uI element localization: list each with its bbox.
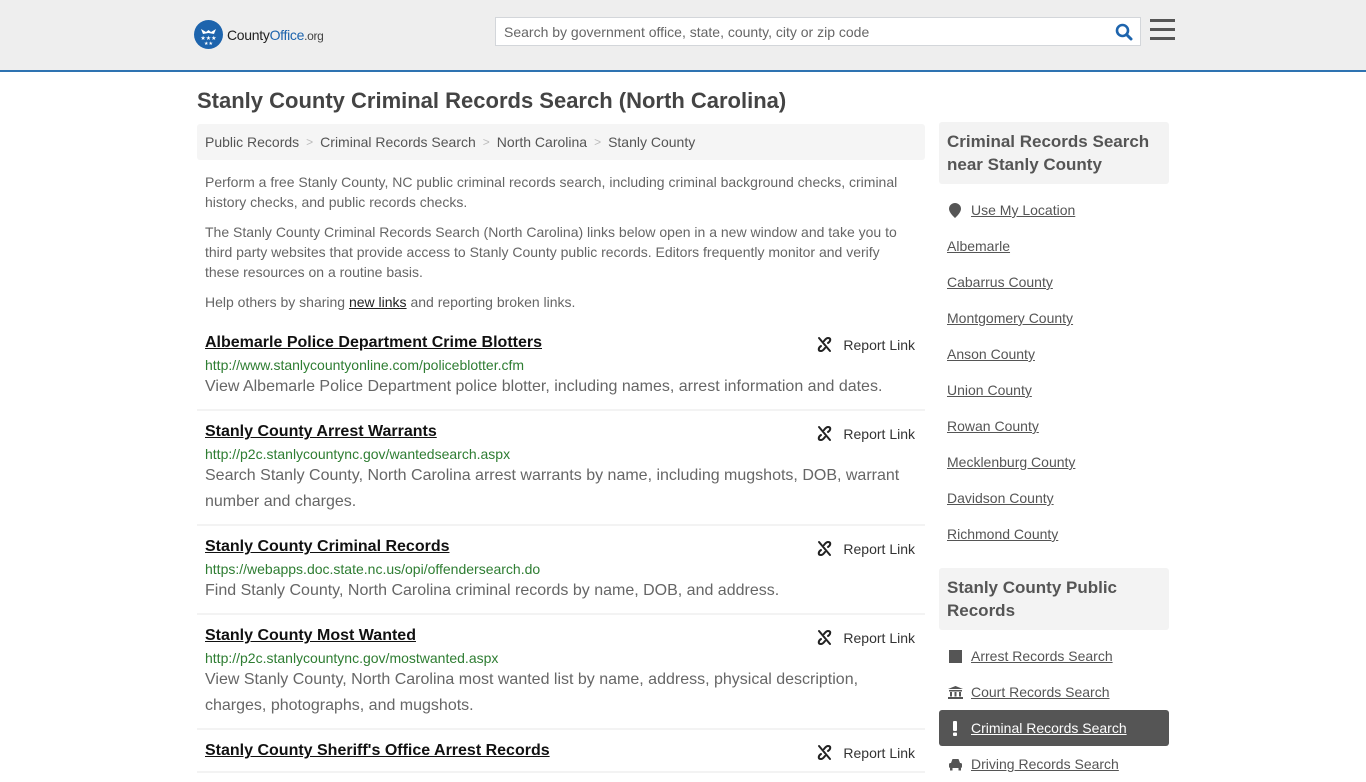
report-link-button[interactable]: Report Link [816, 336, 915, 353]
use-my-location-link[interactable]: Use My Location [971, 202, 1075, 218]
eagle-stars-logo-icon: ★★★ ★★ [194, 20, 223, 49]
breadcrumb-current: Stanly County [608, 134, 696, 150]
breadcrumb-north-carolina[interactable]: North Carolina [497, 134, 587, 150]
square-icon [947, 648, 963, 664]
courthouse-icon [947, 684, 963, 700]
court-records-search-link[interactable]: Court Records Search [971, 684, 1110, 700]
nearby-item[interactable]: Mecklenburg County [939, 444, 1169, 480]
search-input[interactable] [496, 18, 1108, 45]
page-title: Stanly County Criminal Records Search (N… [197, 88, 787, 113]
listing-item: Albemarle Police Department Crime Blotte… [197, 322, 925, 411]
listing-url: http://p2c.stanlycountync.gov/wantedsear… [205, 446, 511, 462]
nearby-link-cabarrus-county[interactable]: Cabarrus County [947, 274, 1053, 290]
nearby-item[interactable]: Union County [939, 372, 1169, 408]
search-icon [1115, 23, 1133, 40]
breadcrumb-separator: > [594, 135, 602, 149]
car-icon [947, 756, 963, 772]
nearby-item[interactable]: Richmond County [939, 516, 1169, 552]
public-records-item-active[interactable]: Criminal Records Search [939, 710, 1169, 746]
listing-title-link[interactable]: Stanly County Arrest Warrants [205, 421, 437, 443]
public-records-item[interactable]: Court Records Search [939, 674, 1169, 710]
listing-description: View Stanly County, North Carolina most … [205, 671, 859, 714]
public-records-list: Arrest Records Search Court Records Sear… [939, 630, 1169, 782]
menu-icon-bar [1150, 37, 1175, 40]
search-bar [495, 17, 1141, 46]
listing-title-link[interactable]: Stanly County Most Wanted [205, 625, 416, 647]
listing-item: Stanly County Most Wanted http://p2c.sta… [197, 615, 925, 730]
broken-link-icon [818, 425, 832, 442]
public-records-heading: Stanly County Public Records [939, 568, 1169, 630]
broken-link-icon [818, 629, 832, 646]
breadcrumb-separator: > [306, 135, 314, 149]
nearby-link-albemarle[interactable]: Albemarle [947, 238, 1010, 254]
nearby-link-union-county[interactable]: Union County [947, 382, 1032, 398]
nearby-link-davidson-county[interactable]: Davidson County [947, 490, 1054, 506]
svg-text:★★: ★★ [204, 41, 213, 47]
broken-link-icon [818, 540, 832, 557]
report-link-button[interactable]: Report Link [816, 629, 915, 646]
nearby-list: Use My Location Albemarle Cabarrus Count… [939, 184, 1169, 568]
main-content: Public Records > Criminal Records Search… [197, 124, 925, 773]
new-links-link[interactable]: new links [349, 294, 407, 310]
listing-item: Stanly County Sheriff's Office Arrest Re… [197, 730, 925, 773]
listing-description: View Albemarle Police Department police … [205, 378, 883, 395]
breadcrumb: Public Records > Criminal Records Search… [197, 124, 925, 160]
search-button[interactable] [1108, 18, 1140, 45]
listing-title-link[interactable]: Stanly County Sheriff's Office Arrest Re… [205, 740, 550, 762]
menu-icon-bar [1150, 28, 1175, 31]
broken-link-icon [818, 744, 832, 761]
site-logo[interactable]: ★★★ ★★ CountyOffice.org [194, 20, 324, 49]
nearby-link-montgomery-county[interactable]: Montgomery County [947, 310, 1073, 326]
listing-description: Search Stanly County, North Carolina arr… [205, 467, 900, 510]
intro-text: Perform a free Stanly County, NC public … [197, 172, 925, 312]
sidebar: Criminal Records Search near Stanly Coun… [939, 122, 1169, 782]
nearby-item[interactable]: Davidson County [939, 480, 1169, 516]
nearby-link-rowan-county[interactable]: Rowan County [947, 418, 1039, 434]
nearby-item[interactable]: Montgomery County [939, 300, 1169, 336]
menu-icon-bar [1150, 19, 1175, 22]
help-paragraph: Help others by sharing new links and rep… [205, 294, 576, 310]
breadcrumb-criminal-records-search[interactable]: Criminal Records Search [320, 134, 476, 150]
breadcrumb-public-records[interactable]: Public Records [205, 134, 299, 150]
broken-link-icon [818, 336, 832, 353]
exclamation-icon [947, 720, 963, 736]
public-records-item[interactable]: Arrest Records Search [939, 638, 1169, 674]
nearby-link-richmond-county[interactable]: Richmond County [947, 526, 1058, 542]
arrest-records-search-link[interactable]: Arrest Records Search [971, 648, 1113, 664]
report-link-button[interactable]: Report Link [816, 540, 915, 557]
listing-item: Stanly County Criminal Records https://w… [197, 526, 925, 615]
criminal-records-search-link[interactable]: Criminal Records Search [971, 720, 1127, 736]
breadcrumb-separator: > [482, 135, 490, 149]
use-my-location-item[interactable]: Use My Location [939, 192, 1169, 228]
nearby-heading: Criminal Records Search near Stanly Coun… [939, 122, 1169, 184]
listing-title-link[interactable]: Albemarle Police Department Crime Blotte… [205, 332, 542, 354]
driving-records-search-link[interactable]: Driving Records Search [971, 756, 1119, 772]
hamburger-menu-button[interactable] [1150, 19, 1175, 41]
report-link-button[interactable]: Report Link [816, 744, 915, 761]
nearby-item[interactable]: Albemarle [939, 228, 1169, 264]
nearby-link-anson-county[interactable]: Anson County [947, 346, 1035, 362]
listing-url: https://webapps.doc.state.nc.us/opi/offe… [205, 561, 541, 577]
nearby-item[interactable]: Rowan County [939, 408, 1169, 444]
listing-url: http://www.stanlycountyonline.com/police… [205, 357, 525, 373]
listing-title-link[interactable]: Stanly County Criminal Records [205, 536, 450, 558]
listing-item: Stanly County Arrest Warrants http://p2c… [197, 411, 925, 526]
listing-url: http://p2c.stanlycountync.gov/mostwanted… [205, 650, 499, 666]
listing-description: Find Stanly County, North Carolina crimi… [205, 582, 780, 599]
site-header: ★★★ ★★ CountyOffice.org [0, 0, 1366, 72]
report-link-button[interactable]: Report Link [816, 425, 915, 442]
map-marker-icon [947, 202, 963, 218]
public-records-item[interactable]: Driving Records Search [939, 746, 1169, 782]
nearby-item[interactable]: Cabarrus County [939, 264, 1169, 300]
nearby-item[interactable]: Anson County [939, 336, 1169, 372]
intro-paragraph: Perform a free Stanly County, NC public … [205, 174, 898, 210]
intro-paragraph: The Stanly County Criminal Records Searc… [205, 224, 897, 280]
nearby-link-mecklenburg-county[interactable]: Mecklenburg County [947, 454, 1075, 470]
logo-text: CountyOffice.org [227, 26, 324, 43]
